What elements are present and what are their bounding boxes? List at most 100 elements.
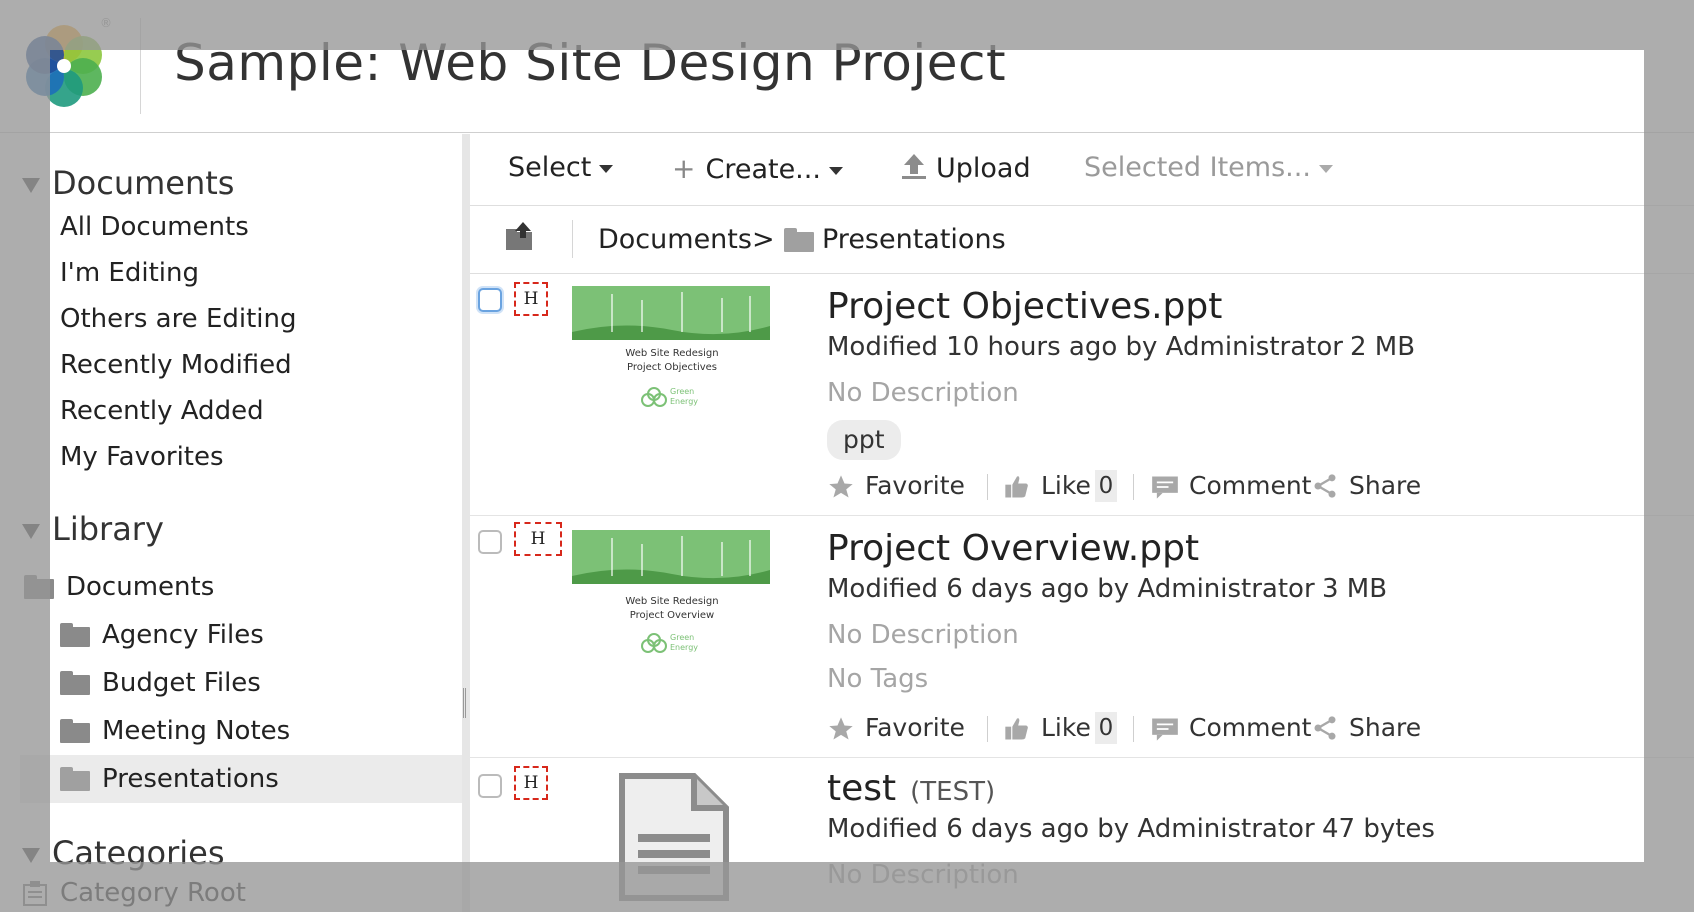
library-folder-agency-files[interactable]: Agency Files <box>102 620 264 650</box>
comment-icon[interactable] <box>1151 474 1179 500</box>
thumbnail-brand2: Energy <box>670 397 698 406</box>
header-divider <box>140 18 141 114</box>
share-action[interactable]: Share <box>1349 468 1421 504</box>
sidebar-item-recently-modified[interactable]: Recently Modified <box>60 350 292 380</box>
registered-mark: ® <box>100 16 112 30</box>
h-badge-icon[interactable]: H <box>514 766 548 800</box>
library-folder-budget-files[interactable]: Budget Files <box>102 668 261 698</box>
action-divider <box>987 474 988 500</box>
upload-label: Upload <box>936 153 1031 184</box>
tag-pill[interactable]: ppt <box>827 420 901 460</box>
action-divider <box>1133 474 1134 500</box>
sidebar-resizer[interactable] <box>462 134 470 912</box>
folder-icon <box>24 575 54 599</box>
library-folder-presentations[interactable]: Presentations <box>102 764 279 794</box>
select-checkbox[interactable] <box>478 288 502 312</box>
folder-up-icon[interactable] <box>504 220 536 252</box>
resize-handle-icon[interactable] <box>463 688 466 718</box>
like-action[interactable]: Like <box>1041 468 1091 504</box>
like-count: 0 <box>1095 712 1117 744</box>
document-description: No Description <box>827 620 1019 650</box>
plus-icon: + <box>672 152 696 185</box>
sidebar-item-recently-added[interactable]: Recently Added <box>60 396 264 426</box>
select-checkbox[interactable] <box>478 530 502 554</box>
upload-button[interactable]: Upload <box>900 152 1031 184</box>
categories-section-title[interactable]: Categories <box>52 834 224 872</box>
thumbnail-ppt-project-objectives[interactable]: Web Site Redesign Project Objectives Gre… <box>572 286 770 426</box>
document-actions: Favorite Like 0 Comment Share <box>827 468 1527 504</box>
thumbs-up-icon[interactable] <box>1003 715 1031 743</box>
sidebar-item-im-editing[interactable]: I'm Editing <box>60 258 199 288</box>
like-count: 0 <box>1095 470 1117 502</box>
breadcrumb-current: Presentations <box>822 224 1006 255</box>
library-folder-meeting-notes[interactable]: Meeting Notes <box>102 716 290 746</box>
folder-icon <box>60 623 90 647</box>
text-document-icon[interactable] <box>618 772 730 902</box>
favorite-action[interactable]: Favorite <box>865 468 965 504</box>
comment-icon[interactable] <box>1151 716 1179 742</box>
thumbnail-brand2: Energy <box>670 643 698 652</box>
document-row-project-objectives[interactable]: H Web Site Redesign Project Objectives G… <box>470 274 1694 516</box>
collapse-library-icon[interactable] <box>22 524 40 539</box>
thumbnail-line2: Project Objectives <box>627 362 717 373</box>
collapse-documents-icon[interactable] <box>22 178 40 193</box>
library-section-title[interactable]: Library <box>52 510 164 548</box>
select-checkbox[interactable] <box>478 774 502 798</box>
category-root[interactable]: Category Root <box>60 878 246 908</box>
select-menu-button[interactable]: Select <box>508 152 614 183</box>
breadcrumb-root[interactable]: Documents <box>598 224 752 255</box>
chevron-down-icon <box>1318 164 1333 173</box>
create-menu-button[interactable]: + Create... <box>672 152 843 185</box>
action-divider <box>1133 716 1134 742</box>
action-divider <box>987 716 988 742</box>
library-root-documents[interactable]: Documents <box>66 572 214 602</box>
star-icon[interactable] <box>827 715 855 743</box>
documents-section-title[interactable]: Documents <box>52 164 234 202</box>
sidebar-item-my-favorites[interactable]: My Favorites <box>60 442 224 472</box>
sidebar: Documents All Documents I'm Editing Othe… <box>0 134 462 912</box>
share-icon[interactable] <box>1311 714 1339 742</box>
document-row-project-overview[interactable]: H Web Site Redesign Project Overview Gre… <box>470 516 1694 758</box>
document-name[interactable]: test <box>827 768 896 809</box>
thumbnail-line1: Web Site Redesign <box>625 348 718 359</box>
document-modified: Modified 6 days ago by Administrator <box>827 814 1315 844</box>
h-badge-icon[interactable]: H <box>514 282 548 316</box>
thumbnail-ppt-project-overview[interactable]: Web Site Redesign Project Overview Green… <box>572 530 770 670</box>
like-action[interactable]: Like <box>1041 710 1091 746</box>
collapse-categories-icon[interactable] <box>22 848 40 863</box>
star-icon[interactable] <box>827 473 855 501</box>
thumbnail-line1: Web Site Redesign <box>625 596 718 607</box>
comment-action[interactable]: Comment <box>1189 710 1312 746</box>
document-modified: Modified 6 days ago by Administrator <box>827 574 1315 604</box>
selected-items-menu-button[interactable]: Selected Items... <box>1084 152 1333 183</box>
sidebar-item-all-documents[interactable]: All Documents <box>60 212 249 242</box>
create-label: Create... <box>705 154 821 185</box>
thumbs-up-icon[interactable] <box>1003 473 1031 501</box>
folder-open-icon <box>60 767 90 791</box>
document-no-tags: No Tags <box>827 664 929 694</box>
h-badge-icon[interactable]: H <box>514 522 562 556</box>
comment-action[interactable]: Comment <box>1189 468 1312 504</box>
document-row-test[interactable]: H test (TEST) Modified 6 days ago by Admi… <box>470 758 1694 912</box>
document-size: 47 bytes <box>1322 814 1435 844</box>
chevron-down-icon <box>599 164 614 173</box>
alfresco-logo-icon[interactable] <box>14 16 114 116</box>
document-name-link[interactable]: test (TEST) <box>827 768 995 809</box>
page-title: Sample: Web Site Design Project <box>174 34 1007 92</box>
category-icon <box>23 881 47 906</box>
breadcrumb-divider <box>572 220 573 258</box>
favorite-action[interactable]: Favorite <box>865 710 965 746</box>
share-icon[interactable] <box>1311 472 1339 500</box>
chevron-down-icon <box>828 166 843 175</box>
document-name-link[interactable]: Project Overview.ppt <box>827 528 1199 569</box>
share-action[interactable]: Share <box>1349 710 1421 746</box>
selected-items-label: Selected Items... <box>1084 152 1311 183</box>
sidebar-item-others-editing[interactable]: Others are Editing <box>60 304 297 334</box>
select-label: Select <box>508 152 592 183</box>
thumbnail-brand1: Green <box>670 387 694 396</box>
document-name-link[interactable]: Project Objectives.ppt <box>827 286 1222 327</box>
document-description: No Description <box>827 860 1019 890</box>
document-description: No Description <box>827 378 1019 408</box>
breadcrumb: Documents > Presentations <box>470 206 1694 274</box>
folder-icon <box>60 671 90 695</box>
